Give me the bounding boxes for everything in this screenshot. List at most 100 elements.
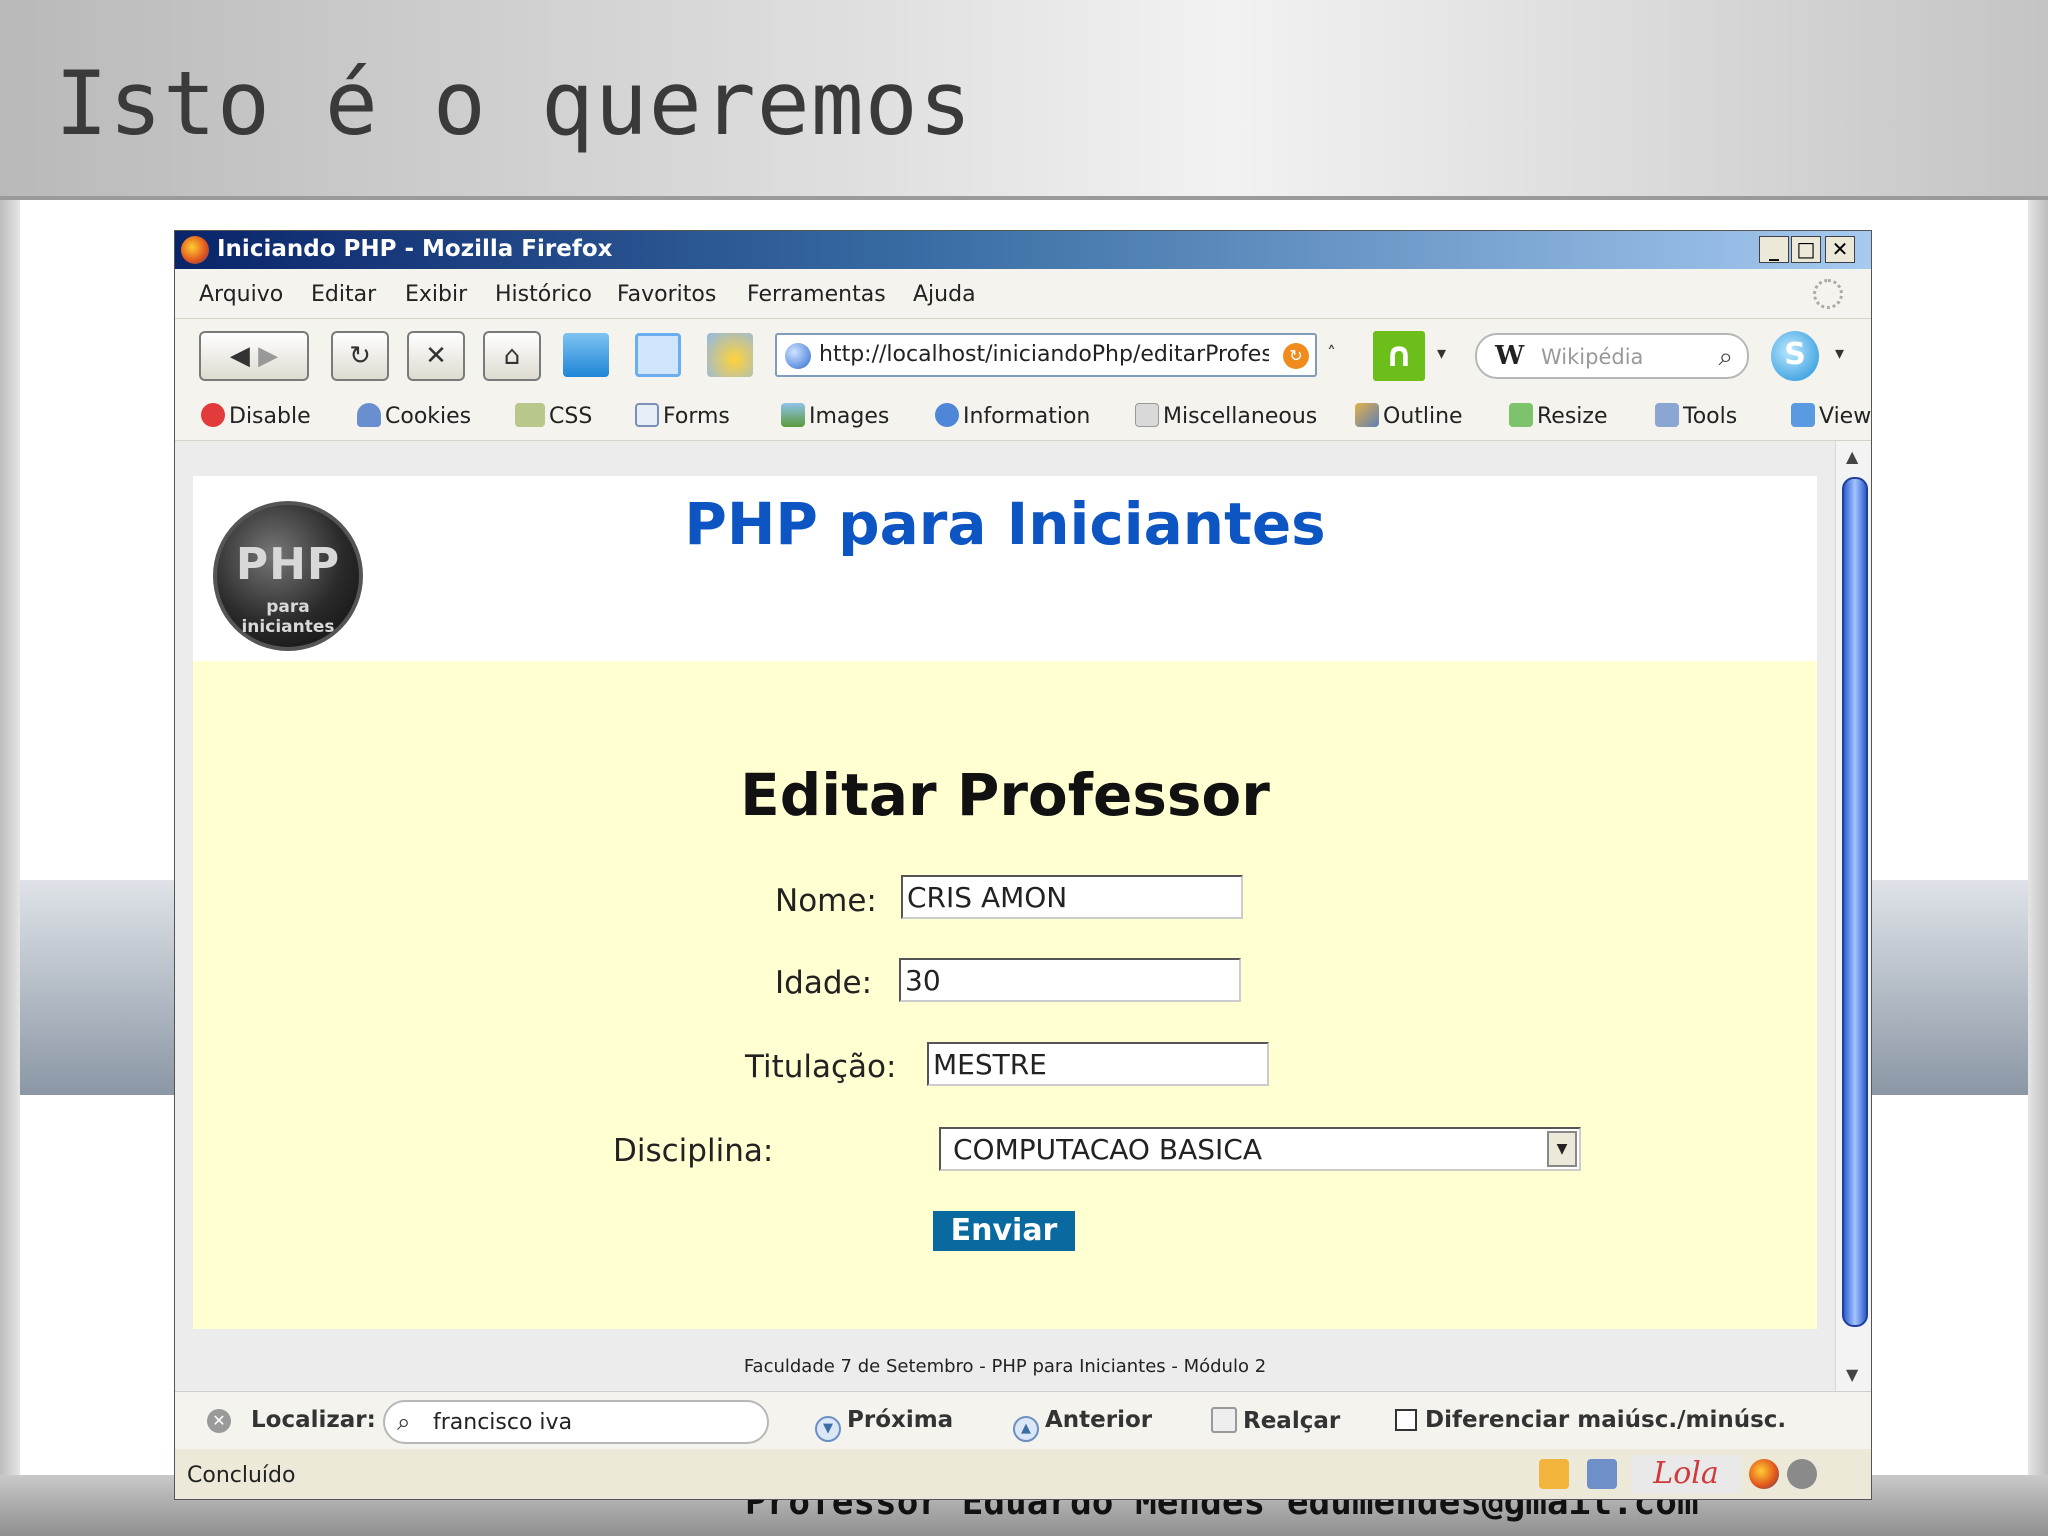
- stop-button[interactable]: ✕: [407, 331, 465, 381]
- dev-images[interactable]: Images: [781, 403, 889, 429]
- vertical-scrollbar[interactable]: ▲ ▼: [1835, 441, 1871, 1391]
- search-icon: ⌕: [397, 1408, 411, 1436]
- search-placeholder[interactable]: Wikipédia: [1541, 345, 1643, 369]
- dev-tools[interactable]: Tools: [1655, 403, 1737, 429]
- slide-decor-left: [20, 880, 175, 1095]
- checkbox[interactable]: [1395, 1409, 1417, 1431]
- menu-favoritos[interactable]: Favoritos: [617, 282, 716, 307]
- wikipedia-icon[interactable]: W: [1495, 341, 1524, 371]
- view-icon: [1791, 403, 1815, 427]
- menu-exibir[interactable]: Exibir: [405, 282, 467, 307]
- search-bar[interactable]: W Wikipédia ⌕: [1475, 333, 1749, 379]
- miscellaneous-icon: [1135, 403, 1159, 427]
- firefox-icon[interactable]: [1749, 1459, 1779, 1489]
- dev-disable-label: Disable: [229, 404, 311, 429]
- disciplina-selected-value: COMPUTACAO BASICA: [953, 1133, 1262, 1166]
- extension-icon[interactable]: [707, 333, 753, 377]
- dev-outline-label: Outline: [1383, 404, 1463, 429]
- dev-information[interactable]: Information: [935, 403, 1090, 429]
- minimize-button[interactable]: _: [1759, 236, 1789, 263]
- idade-input[interactable]: 30: [899, 958, 1241, 1002]
- highlight-icon: [1211, 1407, 1237, 1433]
- maximize-button[interactable]: □: [1791, 236, 1821, 263]
- match-case-checkbox[interactable]: Diferenciar maiúsc./minúsc.: [1395, 1407, 1786, 1433]
- page-viewport: PHP para iniciantes PHP para Iniciantes …: [175, 441, 1835, 1391]
- disable-icon: [201, 403, 225, 427]
- dev-cookies[interactable]: Cookies: [357, 403, 471, 429]
- notes-icon[interactable]: [1539, 1459, 1569, 1489]
- scroll-thumb[interactable]: [1842, 477, 1868, 1327]
- nome-label: Nome:: [775, 883, 877, 919]
- url-bar[interactable]: http://localhost/iniciandoPhp/editarProf…: [775, 333, 1317, 377]
- dev-images-label: Images: [809, 404, 890, 429]
- gear-icon[interactable]: [1787, 1459, 1817, 1489]
- find-input-value[interactable]: francisco iva: [433, 1410, 572, 1435]
- dev-information-label: Information: [963, 404, 1091, 429]
- find-next-label: Próxima: [847, 1407, 954, 1433]
- menu-arquivo[interactable]: Arquivo: [199, 282, 283, 307]
- chevron-up-icon: ▲: [1013, 1416, 1039, 1442]
- url-dropdown-icon[interactable]: ˄: [1327, 343, 1336, 364]
- back-forward-button[interactable]: ◀ ▶: [199, 331, 309, 381]
- dev-cookies-label: Cookies: [385, 404, 472, 429]
- reload-button[interactable]: ↻: [331, 331, 389, 381]
- lola-icon[interactable]: Lola: [1631, 1455, 1741, 1493]
- window-icon[interactable]: [635, 333, 681, 377]
- resize-icon: [1509, 403, 1533, 427]
- menu-historico[interactable]: Histórico: [495, 282, 592, 307]
- menu-ajuda[interactable]: Ajuda: [913, 282, 976, 307]
- dev-disable[interactable]: Disable: [201, 403, 311, 429]
- find-previous-button[interactable]: ▲ Anterior: [1013, 1407, 1152, 1442]
- addon-dropdown-icon[interactable]: ▾: [1437, 343, 1446, 364]
- throbber-icon: [1813, 279, 1843, 309]
- chevron-down-icon: ▼: [815, 1416, 841, 1442]
- browser-window: Iniciando PHP - Mozilla Firefox _ □ ✕ Ar…: [174, 230, 1872, 1500]
- form-area: Editar Professor Nome: CRIS AMON Idade: …: [193, 661, 1817, 1329]
- title-bar[interactable]: Iniciando PHP - Mozilla Firefox _ □ ✕: [175, 231, 1871, 269]
- menu-editar[interactable]: Editar: [311, 282, 376, 307]
- css-icon: [515, 403, 545, 427]
- enviar-button[interactable]: Enviar: [933, 1211, 1075, 1251]
- tools-icon: [1655, 403, 1679, 427]
- dev-miscellaneous[interactable]: Miscellaneous: [1135, 403, 1317, 429]
- folder-icon[interactable]: [563, 333, 609, 377]
- skype-icon[interactable]: S: [1771, 331, 1819, 381]
- titulacao-label: Titulação:: [745, 1049, 897, 1085]
- highlight-button[interactable]: Realçar: [1211, 1407, 1340, 1434]
- find-label: Localizar:: [251, 1407, 376, 1433]
- forward-icon[interactable]: ▶: [258, 341, 278, 371]
- menu-bar: Arquivo Editar Exibir Histórico Favorito…: [175, 269, 1871, 319]
- dev-forms[interactable]: Forms: [635, 403, 730, 429]
- find-next-button[interactable]: ▼ Próxima: [815, 1407, 953, 1442]
- back-icon[interactable]: ◀: [230, 341, 250, 371]
- dev-tools-label: Tools: [1683, 404, 1738, 429]
- dev-css[interactable]: CSS: [515, 403, 592, 429]
- magnifier-icon[interactable]: ⌕: [1718, 342, 1733, 373]
- find-input[interactable]: ⌕ francisco iva: [383, 1400, 769, 1444]
- dev-miscellaneous-label: Miscellaneous: [1163, 404, 1318, 429]
- chevron-down-icon[interactable]: ▼: [1547, 1131, 1577, 1167]
- scroll-down-icon[interactable]: ▼: [1846, 1365, 1858, 1384]
- page-header: PHP para iniciantes PHP para Iniciantes: [193, 476, 1817, 661]
- dev-resize[interactable]: Resize: [1509, 403, 1608, 429]
- information-icon: [935, 403, 959, 427]
- scroll-up-icon[interactable]: ▲: [1846, 447, 1858, 466]
- dev-view-label: View: [1819, 404, 1871, 429]
- home-button[interactable]: ⌂: [483, 331, 541, 381]
- disciplina-select[interactable]: COMPUTACAO BASICA ▼: [939, 1127, 1581, 1171]
- nome-input[interactable]: CRIS AMON: [901, 875, 1243, 919]
- find-bar: ✕ Localizar: ⌕ francisco iva ▼ Próxima ▲ A…: [175, 1391, 1871, 1449]
- dev-view[interactable]: View: [1791, 403, 1871, 429]
- dev-outline[interactable]: Outline: [1355, 403, 1463, 429]
- titulacao-input[interactable]: MESTRE: [927, 1042, 1269, 1086]
- skype-dropdown-icon[interactable]: ▾: [1835, 343, 1844, 364]
- window-title: Iniciando PHP - Mozilla Firefox: [217, 236, 613, 262]
- menu-ferramentas[interactable]: Ferramentas: [747, 282, 886, 307]
- idade-label: Idade:: [775, 965, 873, 1001]
- go-arrow-icon[interactable]: ↻: [1283, 343, 1309, 369]
- close-button[interactable]: ✕: [1825, 236, 1855, 263]
- url-text[interactable]: http://localhost/iniciandoPhp/editarProf…: [819, 342, 1269, 367]
- close-icon[interactable]: ✕: [207, 1409, 231, 1433]
- bookmark-addon-icon[interactable]: ∩: [1373, 331, 1425, 381]
- save-icon[interactable]: [1587, 1459, 1617, 1489]
